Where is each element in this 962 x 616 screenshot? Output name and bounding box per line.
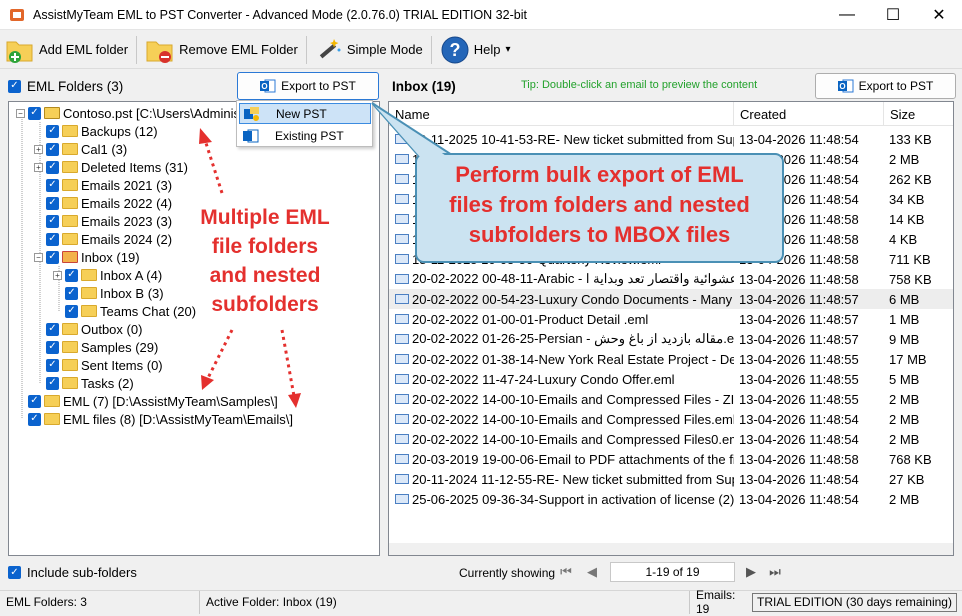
next-page-icon[interactable]: ▶ [741, 562, 761, 582]
callout-pointer-fill [375, 106, 449, 158]
include-subfolders-label: Include sub-folders [27, 565, 137, 580]
include-subfolders-option[interactable]: ✓ Include sub-folders [8, 565, 137, 580]
currently-showing-label: Currently showing [459, 566, 556, 580]
include-subfolders-checkbox[interactable]: ✓ [8, 566, 21, 579]
callout-text: Perform bulk export of EML files from fo… [449, 162, 750, 247]
previous-page-icon[interactable]: ◀ [582, 562, 602, 582]
status-emails: Emails: 19 [696, 588, 736, 616]
status-edition: TRIAL EDITION (30 days remaining) [752, 592, 957, 612]
page-range-field[interactable]: 1-19 of 19 [610, 562, 735, 582]
first-page-icon[interactable]: ⏮ [556, 562, 576, 582]
pagination: ⏮ ◀ 1-19 of 19 ▶ ⏭ [556, 562, 785, 582]
status-folders: EML Folders: 3 [0, 590, 200, 614]
status-bar: EML Folders: 3 Active Folder: Inbox (19)… [0, 588, 962, 616]
last-page-icon[interactable]: ⏭ [765, 562, 785, 582]
status-active-folder: Active Folder: Inbox (19) [200, 590, 690, 614]
